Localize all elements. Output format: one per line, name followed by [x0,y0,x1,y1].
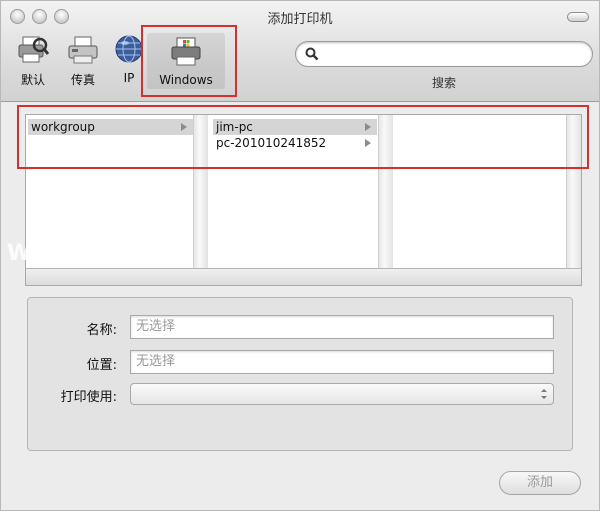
horizontal-scrollbar[interactable] [26,268,581,285]
print-using-label: 打印使用: [60,390,117,405]
fax-icon [66,33,100,67]
toolbar-toggle-button[interactable] [567,12,589,22]
location-field[interactable]: 无选择 [130,350,554,374]
window-title: 添加打印机 [267,12,333,27]
name-field[interactable]: 无选择 [130,315,554,339]
popup-stepper-icon [537,386,551,402]
toolbar-item-fax[interactable]: 传真 [61,33,105,88]
print-using-select[interactable] [130,383,554,405]
toolbar-item-default[interactable]: 默认 [11,33,55,88]
watermark: Windows7en [7,241,175,266]
search-label: 搜索 [431,76,456,90]
add-button[interactable]: 添加 [499,471,581,495]
name-label: 名称: [86,323,117,338]
highlight-box-list [17,105,589,169]
toolbar-label-fax: 传真 [70,73,95,87]
titlebar: 添加打印机 默认 传真 IP Windows 搜索 [1,1,599,102]
search-field[interactable] [295,41,593,67]
toolbar-label-default: 默认 [20,73,45,87]
search-icon [305,47,319,64]
location-label: 位置: [86,358,117,373]
add-printer-window: 添加打印机 默认 传真 IP Windows 搜索 workgroup jim-… [0,0,600,511]
default-printer-icon [16,33,50,67]
highlight-box-windows [141,25,237,97]
